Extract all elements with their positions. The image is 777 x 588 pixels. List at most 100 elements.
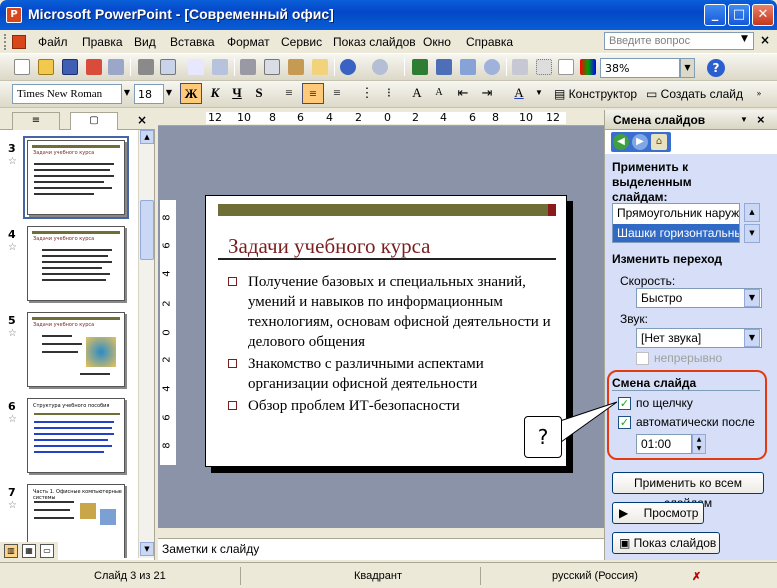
permission-icon[interactable] bbox=[86, 59, 102, 75]
copy-icon[interactable] bbox=[264, 59, 280, 75]
minimize-button[interactable]: _ bbox=[704, 4, 726, 26]
help-search-input[interactable]: Введите вопрос bbox=[604, 32, 754, 50]
chevron-down-icon[interactable]: ▼ bbox=[744, 289, 760, 307]
tables-borders-icon[interactable] bbox=[460, 59, 476, 75]
open-icon[interactable] bbox=[38, 59, 54, 75]
align-right-icon[interactable]: ≡ bbox=[326, 83, 348, 104]
menu-view[interactable]: Вид bbox=[134, 35, 156, 49]
preview-button[interactable]: ▶ Просмотр bbox=[612, 502, 704, 524]
tab-outline[interactable]: ≡ bbox=[12, 112, 60, 130]
close-button[interactable]: ✕ bbox=[752, 4, 774, 26]
slide-thumbnail[interactable]: Задачи учебного курса bbox=[23, 136, 129, 219]
apply-all-button[interactable]: Применить ко всем слайдам bbox=[612, 472, 764, 510]
document-icon[interactable] bbox=[12, 35, 26, 49]
expand-all-icon[interactable] bbox=[512, 59, 528, 75]
show-grid-icon[interactable] bbox=[558, 59, 574, 75]
chevron-down-icon[interactable]: ▼ bbox=[528, 83, 550, 104]
menu-tools[interactable]: Сервис bbox=[281, 35, 322, 49]
loop-checkbox[interactable] bbox=[636, 352, 649, 365]
scroll-down-icon[interactable]: ▼ bbox=[140, 542, 154, 556]
slide-thumbnail[interactable]: Структура учебного пособия bbox=[27, 398, 125, 473]
cut-icon[interactable] bbox=[240, 59, 256, 75]
scroll-up-icon[interactable]: ▲ bbox=[140, 130, 154, 144]
hyperlink-icon[interactable] bbox=[484, 59, 500, 75]
list-item[interactable]: Прямоугольник наружу bbox=[613, 204, 739, 222]
undo-icon[interactable] bbox=[340, 59, 356, 75]
menu-help[interactable]: Справка bbox=[466, 35, 513, 49]
scroll-thumb[interactable] bbox=[140, 200, 154, 260]
bold-button[interactable]: Ж bbox=[180, 83, 202, 104]
transition-list-scrollbar[interactable]: ▲ ▼ bbox=[744, 203, 760, 243]
email-icon[interactable] bbox=[108, 59, 124, 75]
decrease-font-icon[interactable]: A bbox=[428, 83, 450, 104]
menu-window[interactable]: Окно bbox=[423, 35, 451, 49]
chevron-down-icon[interactable]: ▼ bbox=[121, 84, 133, 104]
menu-slideshow[interactable]: Показ слайдов bbox=[333, 35, 416, 49]
chevron-down-icon[interactable]: ▼ bbox=[741, 34, 748, 44]
time-spinner[interactable]: ▲ ▼ bbox=[692, 434, 706, 454]
spelling-icon[interactable] bbox=[188, 59, 204, 75]
slide-title[interactable]: Задачи учебного курса bbox=[228, 234, 431, 259]
maximize-button[interactable]: □ bbox=[728, 4, 750, 26]
forward-icon[interactable]: ▶ bbox=[632, 134, 648, 150]
chevron-down-icon[interactable]: ▼ bbox=[680, 58, 695, 78]
color-grayscale-icon[interactable] bbox=[580, 59, 596, 75]
chevron-down-icon[interactable]: ▼ bbox=[744, 329, 760, 347]
paste-icon[interactable] bbox=[288, 59, 304, 75]
slide-thumbnail[interactable]: Задачи учебного курса bbox=[27, 312, 125, 387]
redo-icon[interactable] bbox=[372, 59, 388, 75]
slide-thumbnail[interactable]: Задачи учебного курса bbox=[27, 226, 125, 301]
menu-edit[interactable]: Правка bbox=[82, 35, 123, 49]
normal-view-icon[interactable]: ▥ bbox=[4, 544, 18, 558]
list-item[interactable]: Шашки горизонтальные bbox=[613, 224, 739, 242]
shadow-button[interactable]: S bbox=[248, 83, 270, 104]
slide-sorter-view-icon[interactable]: ▦ bbox=[22, 544, 36, 558]
current-slide[interactable]: Задачи учебного курса Получение базовых … bbox=[205, 195, 567, 467]
slideshow-view-icon[interactable]: ▭ bbox=[40, 544, 54, 558]
design-button[interactable]: ▤ Конструктор bbox=[554, 84, 637, 104]
font-family-select[interactable]: Times New Roman bbox=[12, 84, 122, 104]
powerpoint-icon[interactable]: P bbox=[6, 7, 22, 23]
show-formatting-icon[interactable] bbox=[536, 59, 552, 75]
tab-slides[interactable]: ▢ bbox=[70, 112, 118, 130]
toolbar-grip[interactable] bbox=[4, 34, 10, 50]
home-icon[interactable]: ⌂ bbox=[651, 134, 667, 150]
close-icon[interactable]: × bbox=[137, 113, 147, 127]
underline-button[interactable]: Ч bbox=[226, 83, 248, 104]
numbered-list-icon[interactable]: ⋮ bbox=[356, 83, 378, 104]
slide-bullet[interactable]: Обзор проблем ИТ-безопасности bbox=[228, 396, 558, 416]
transition-list[interactable]: Прямоугольник наружу Шашки горизонтальны… bbox=[612, 203, 740, 243]
bulleted-list-icon[interactable]: ⁝ bbox=[378, 83, 400, 104]
toolbar-options-icon[interactable]: » bbox=[748, 83, 770, 104]
document-close-button[interactable]: × bbox=[760, 33, 770, 47]
print-icon[interactable] bbox=[138, 59, 154, 75]
scroll-down-icon[interactable]: ▼ bbox=[744, 224, 760, 243]
menu-format[interactable]: Формат bbox=[227, 35, 270, 49]
font-size-select[interactable]: 18 bbox=[134, 84, 164, 104]
menu-insert[interactable]: Вставка bbox=[170, 35, 215, 49]
align-left-icon[interactable]: ≡ bbox=[278, 83, 300, 104]
zoom-select[interactable]: 38% bbox=[600, 58, 680, 78]
decrease-indent-icon[interactable]: ⇤ bbox=[452, 83, 474, 104]
print-preview-icon[interactable] bbox=[160, 59, 176, 75]
chevron-down-icon[interactable]: ▼ bbox=[163, 84, 175, 104]
research-icon[interactable] bbox=[212, 59, 228, 75]
italic-button[interactable]: К bbox=[204, 83, 226, 104]
format-painter-icon[interactable] bbox=[312, 59, 328, 75]
align-center-icon[interactable]: ≡ bbox=[302, 83, 324, 104]
slide-notes[interactable]: Заметки к слайду bbox=[158, 538, 604, 560]
insert-table-icon[interactable] bbox=[436, 59, 452, 75]
increase-indent-icon[interactable]: ⇥ bbox=[476, 83, 498, 104]
slide-bullet[interactable]: Знакомство с различными аспектами органи… bbox=[228, 354, 558, 394]
slide-bullet[interactable]: Получение базовых и специальных знаний, … bbox=[228, 272, 558, 352]
close-icon[interactable]: × bbox=[757, 112, 765, 127]
back-icon[interactable]: ◀ bbox=[613, 134, 629, 150]
advance-time-input[interactable]: 01:00 bbox=[636, 434, 692, 454]
scroll-up-icon[interactable]: ▲ bbox=[744, 203, 760, 222]
new-icon[interactable] bbox=[14, 59, 30, 75]
help-icon[interactable]: ? bbox=[707, 59, 725, 77]
font-color-icon[interactable]: A bbox=[508, 83, 530, 104]
slideshow-button[interactable]: ▣ Показ слайдов bbox=[612, 532, 720, 554]
insert-chart-icon[interactable] bbox=[412, 59, 428, 75]
menu-file[interactable]: Файл bbox=[38, 35, 68, 49]
